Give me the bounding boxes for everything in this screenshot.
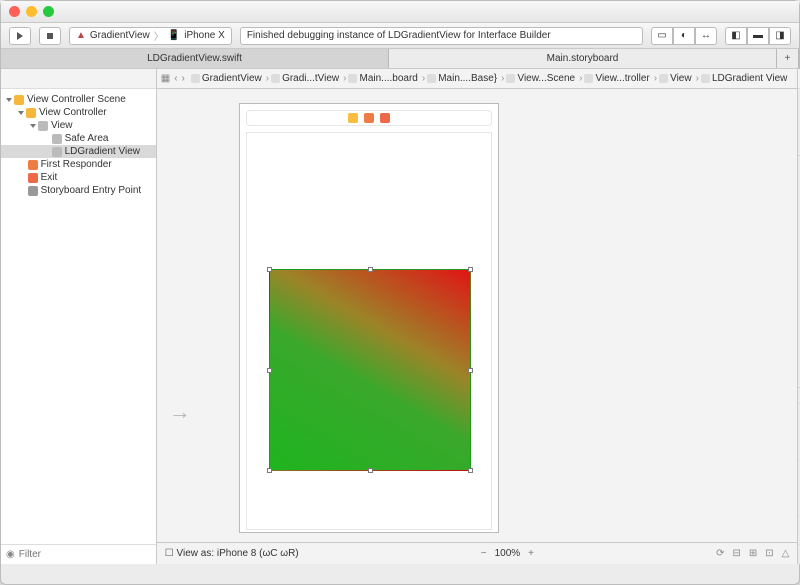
outline-item[interactable]: LDGradient View <box>1 145 156 158</box>
resolve-button[interactable]: △ <box>782 548 790 559</box>
first-responder-icon[interactable] <box>364 113 374 123</box>
device-config-button[interactable]: ☐ View as: iPhone 8 (ωC ωR) <box>165 548 299 559</box>
new-tab-button[interactable]: + <box>777 49 799 68</box>
navigator-footer: ◉ <box>1 544 156 564</box>
status-bar: Finished debugging instance of LDGradien… <box>240 27 643 45</box>
forward-button[interactable]: › <box>182 73 185 84</box>
back-button[interactable]: ‹ <box>174 73 177 84</box>
outline-item[interactable]: View <box>1 119 156 132</box>
stop-button[interactable] <box>39 27 61 45</box>
outline-item[interactable]: Storyboard Entry Point <box>1 184 156 197</box>
jump-segment[interactable]: View <box>659 73 701 84</box>
file-tabbar: LDGradientView.swift Main.storyboard + <box>1 49 799 69</box>
jump-segment[interactable]: View...troller <box>584 73 659 84</box>
zoom-out-button[interactable]: − <box>481 548 487 559</box>
vc-icon[interactable] <box>348 113 358 123</box>
editor-mode-version[interactable]: ↔ <box>695 27 717 45</box>
pin-button[interactable]: ⊡ <box>765 548 773 559</box>
tab-storyboard[interactable]: Main.storyboard <box>389 49 777 68</box>
run-button[interactable] <box>9 27 31 45</box>
jump-segment[interactable]: Main....Base} <box>427 73 506 84</box>
jump-segment[interactable]: View...Scene <box>506 73 584 84</box>
minimize-button[interactable] <box>26 6 37 17</box>
navigator-panel: View Controller SceneView ControllerView… <box>1 69 157 564</box>
toggle-navigator-button[interactable]: ◧ <box>725 27 747 45</box>
view-controller[interactable] <box>239 103 499 533</box>
tab-swift-file[interactable]: LDGradientView.swift <box>1 49 389 68</box>
canvas-bar: ☐ View as: iPhone 8 (ωC ωR) − 100% + ⟳ ⊟… <box>157 542 798 564</box>
scene-dock[interactable] <box>246 110 492 126</box>
editor-mode-assistant[interactable]: ◐ <box>673 27 695 45</box>
main-area: View Controller SceneView ControllerView… <box>1 69 799 564</box>
jump-bar[interactable]: ▦ ‹ › GradientViewGradi...tViewMain....b… <box>157 69 798 89</box>
editor-mode-standard[interactable]: ▭ <box>651 27 673 45</box>
window-titlebar <box>1 1 799 23</box>
scheme-selector[interactable]: ▲GradientView〉 📱iPhone X <box>69 27 232 45</box>
canvas[interactable]: → <box>157 89 798 542</box>
outline-item[interactable]: Safe Area <box>1 132 156 145</box>
zoom-level[interactable]: 100% <box>495 548 521 559</box>
jump-segment[interactable]: Main....board <box>348 73 427 84</box>
embed-button[interactable]: ⊟ <box>732 548 740 559</box>
close-button[interactable] <box>9 6 20 17</box>
entry-point-arrow[interactable]: → <box>169 399 191 425</box>
jump-segment[interactable]: LDGradient View <box>701 73 793 84</box>
zoom-button[interactable] <box>43 6 54 17</box>
align-button[interactable]: ⊞ <box>749 548 757 559</box>
traffic-lights <box>9 6 54 17</box>
document-outline[interactable]: View Controller SceneView ControllerView… <box>1 89 156 544</box>
toggle-debug-button[interactable]: ▬ <box>747 27 769 45</box>
jump-segment[interactable]: GradientView <box>191 73 271 84</box>
constraints-update[interactable]: ⟳ <box>716 548 724 559</box>
root-view[interactable] <box>246 132 492 530</box>
related-items-icon[interactable]: ▦ <box>161 73 170 84</box>
toggle-inspector-button[interactable]: ◨ <box>769 27 791 45</box>
filter-icon[interactable]: ◉ <box>6 549 15 560</box>
navigator-header <box>1 69 156 89</box>
outline-item[interactable]: View Controller <box>1 106 156 119</box>
editor-area: ▦ ‹ › GradientViewGradi...tViewMain....b… <box>157 69 798 564</box>
exit-icon[interactable] <box>380 113 390 123</box>
outline-item[interactable]: View Controller Scene <box>1 93 156 106</box>
zoom-in-button[interactable]: + <box>528 548 534 559</box>
gradient-view[interactable] <box>269 269 471 471</box>
outline-item[interactable]: Exit <box>1 171 156 184</box>
navigator-filter-input[interactable] <box>19 549 151 560</box>
outline-item[interactable]: First Responder <box>1 158 156 171</box>
jump-segment[interactable]: Gradi...tView <box>271 73 348 84</box>
toolbar: ▲GradientView〉 📱iPhone X Finished debugg… <box>1 23 799 49</box>
